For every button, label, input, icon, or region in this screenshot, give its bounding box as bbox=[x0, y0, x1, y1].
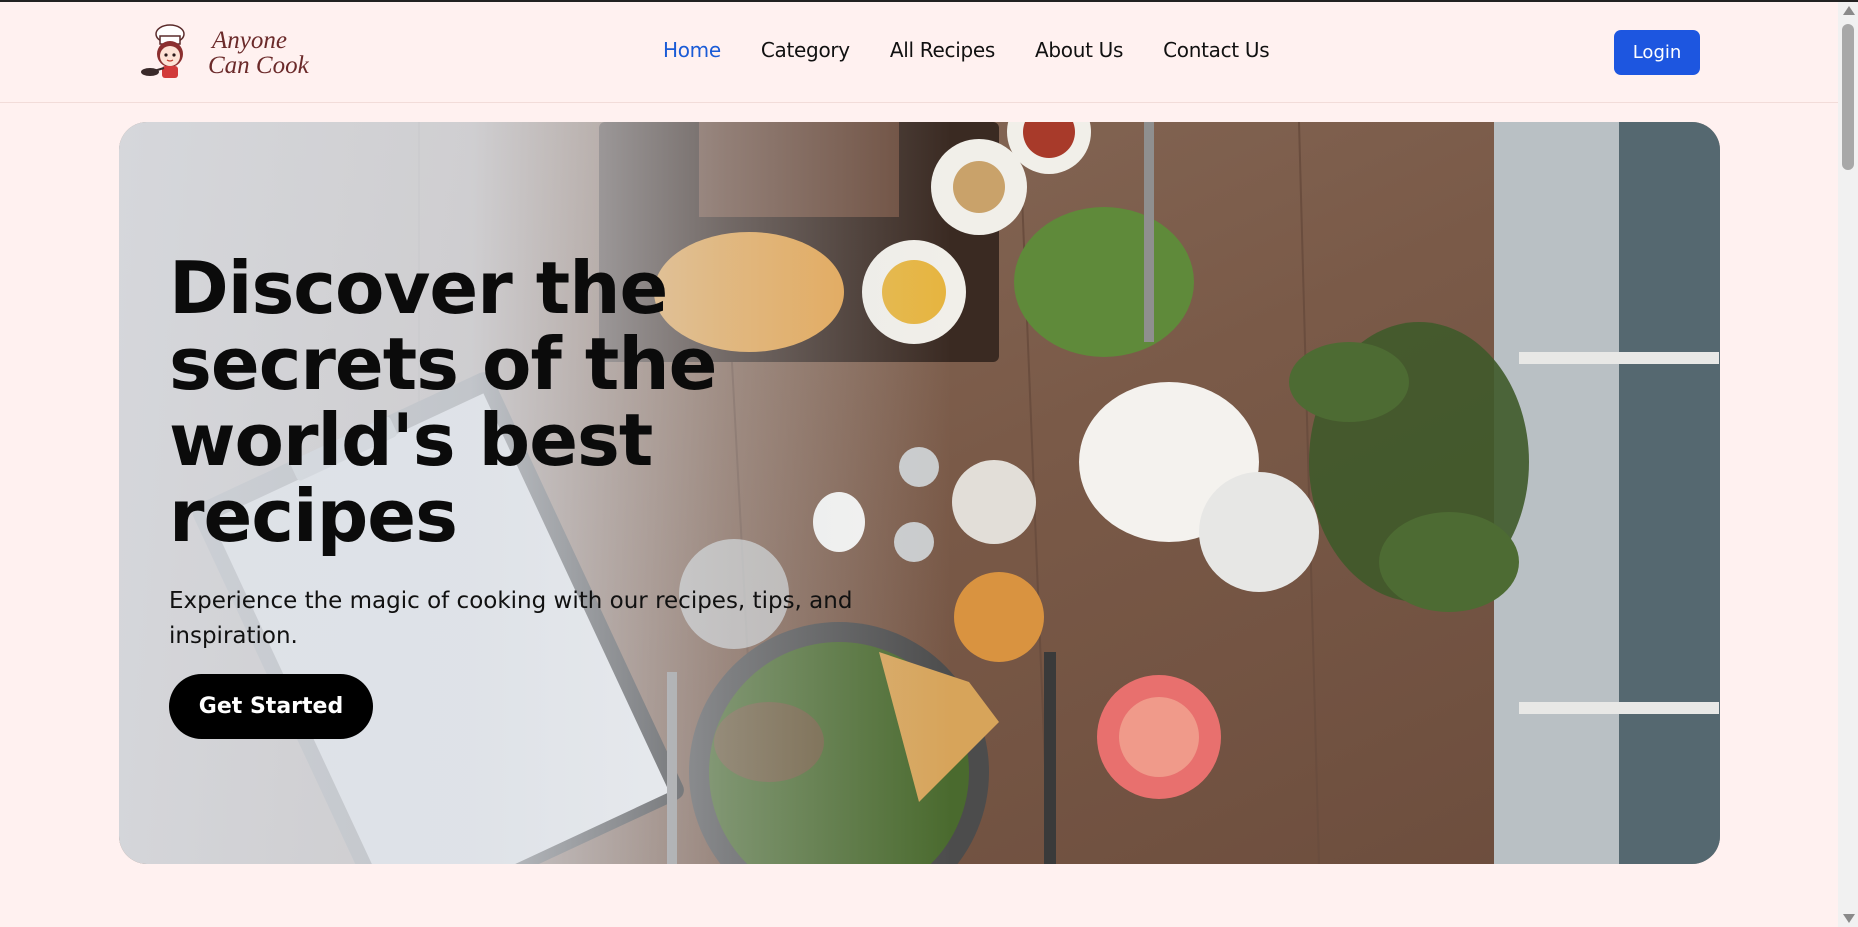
hero-subtitle: Experience the magic of cooking with our… bbox=[169, 588, 853, 649]
chef-girl-mascot-icon bbox=[141, 24, 185, 78]
login-button[interactable]: Login bbox=[1614, 30, 1700, 75]
brand-logo[interactable]: Anyone Can Cook bbox=[140, 24, 320, 82]
hero-title: Discover the secrets of the world's best… bbox=[169, 246, 717, 558]
brand-line-2: Can Cook bbox=[208, 52, 309, 79]
brand-line-1: Anyone bbox=[212, 27, 287, 54]
nav-contact-us[interactable]: Contact Us bbox=[1163, 38, 1270, 62]
site-header: Anyone Can Cook Home Category All Recipe… bbox=[0, 2, 1838, 103]
hero-banner: Discover the secrets of the world's best… bbox=[119, 122, 1720, 864]
get-started-button[interactable]: Get Started bbox=[169, 674, 373, 739]
main-nav: Home Category All Recipes About Us Conta… bbox=[663, 38, 1309, 62]
nav-about-us[interactable]: About Us bbox=[1035, 38, 1123, 62]
scroll-down-arrow-icon[interactable] bbox=[1843, 914, 1855, 923]
nav-all-recipes[interactable]: All Recipes bbox=[890, 38, 995, 62]
nav-category[interactable]: Category bbox=[761, 38, 850, 62]
scroll-up-arrow-icon[interactable] bbox=[1843, 6, 1855, 15]
vertical-scrollbar[interactable] bbox=[1838, 2, 1858, 927]
brand-wordmark: Anyone Can Cook bbox=[208, 28, 309, 78]
nav-home[interactable]: Home bbox=[663, 38, 721, 62]
scrollbar-thumb[interactable] bbox=[1842, 24, 1854, 170]
